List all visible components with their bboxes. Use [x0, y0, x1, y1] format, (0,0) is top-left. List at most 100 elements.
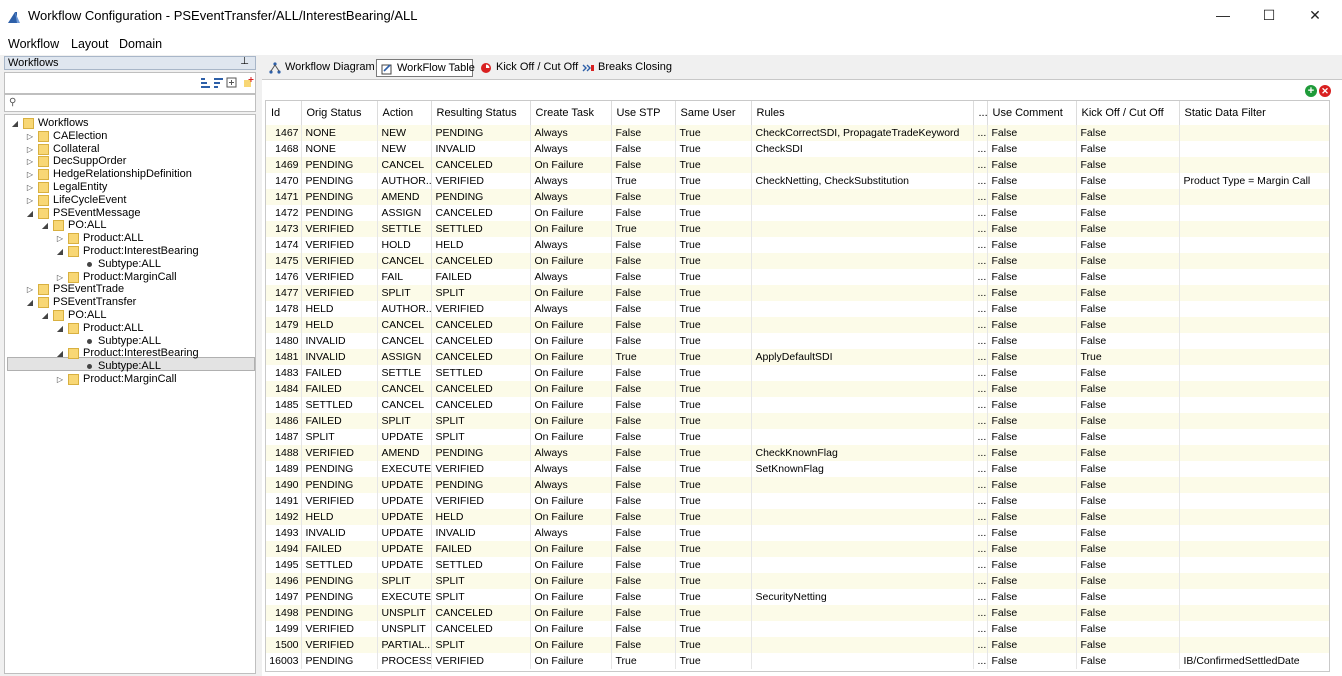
table-cell[interactable]: NONE: [301, 125, 378, 141]
table-cell[interactable]: VERIFIED: [301, 445, 378, 461]
table-row[interactable]: 1493 INVALID UPDATE INVALID Always False True.…: [266, 525, 1329, 541]
table-row[interactable]: 1498 PENDING UNSPLIT CANCELED On Failure Fals…: [266, 605, 1329, 621]
table-cell[interactable]: [1179, 301, 1329, 317]
table-cell[interactable]: False: [1076, 621, 1180, 637]
table-cell[interactable]: 1497: [266, 589, 302, 605]
table-cell[interactable]: False: [1076, 413, 1180, 429]
table-cell[interactable]: True: [675, 381, 752, 397]
table-cell[interactable]: On Failure: [530, 413, 612, 429]
table-cell[interactable]: On Failure: [530, 429, 612, 445]
table-cell[interactable]: False: [987, 157, 1077, 173]
table-cell[interactable]: 1492: [266, 509, 302, 525]
column-header[interactable]: Resulting Status: [431, 101, 531, 125]
table-cell[interactable]: False: [987, 365, 1077, 381]
table-row[interactable]: 1480 INVALID CANCEL CANCELED On Failure False…: [266, 333, 1329, 349]
table-cell[interactable]: True: [675, 525, 752, 541]
tree-folder[interactable]: ◢ PO:ALL: [40, 309, 240, 322]
table-cell[interactable]: SETTLE: [377, 221, 432, 237]
table-cell[interactable]: Always: [530, 445, 612, 461]
table-cell[interactable]: UNSPLIT: [377, 605, 432, 621]
table-cell[interactable]: False: [611, 317, 676, 333]
table-cell[interactable]: [751, 253, 974, 269]
table-cell[interactable]: [1179, 397, 1329, 413]
table-row[interactable]: 1486 FAILED SPLIT SPLIT On Failure False True.…: [266, 413, 1329, 429]
table-cell[interactable]: EXECUTE: [377, 461, 432, 477]
table-cell[interactable]: False: [987, 621, 1077, 637]
table-cell[interactable]: False: [987, 381, 1077, 397]
table-cell[interactable]: NEW: [377, 125, 432, 141]
table-cell[interactable]: SPLIT: [301, 429, 378, 445]
table-cell[interactable]: False: [987, 301, 1077, 317]
tree-leaf[interactable]: Subtype:ALL: [70, 258, 255, 271]
table-cell[interactable]: SPLIT: [377, 413, 432, 429]
table-cell[interactable]: ASSIGN: [377, 205, 432, 221]
table-cell[interactable]: CANCEL: [377, 157, 432, 173]
table-cell[interactable]: False: [611, 141, 676, 157]
table-cell[interactable]: On Failure: [530, 253, 612, 269]
table-cell[interactable]: FAILED: [431, 269, 531, 285]
table-cell[interactable]: ...: [973, 173, 988, 189]
table-cell[interactable]: False: [987, 253, 1077, 269]
table-cell[interactable]: [751, 285, 974, 301]
table-cell[interactable]: ...: [973, 189, 988, 205]
table-cell[interactable]: SPLIT: [431, 573, 531, 589]
table-cell[interactable]: 1479: [266, 317, 302, 333]
table-cell[interactable]: ...: [973, 365, 988, 381]
table-cell[interactable]: ...: [973, 637, 988, 653]
table-cell[interactable]: False: [611, 525, 676, 541]
expanded-arrow-icon[interactable]: ◢: [25, 207, 35, 220]
table-cell[interactable]: SPLIT: [377, 573, 432, 589]
table-row[interactable]: 1487 SPLIT UPDATE SPLIT On Failure False True.…: [266, 429, 1329, 445]
table-cell[interactable]: CANCELED: [431, 205, 531, 221]
table-cell[interactable]: 1485: [266, 397, 302, 413]
table-cell[interactable]: True: [675, 589, 752, 605]
table-cell[interactable]: PENDING: [301, 605, 378, 621]
table-cell[interactable]: 1473: [266, 221, 302, 237]
table-row[interactable]: 1488 VERIFIED AMEND PENDING Always False True C…: [266, 445, 1329, 461]
table-cell[interactable]: False: [1076, 253, 1180, 269]
table-cell[interactable]: CANCEL: [377, 381, 432, 397]
table-cell[interactable]: On Failure: [530, 573, 612, 589]
table-cell[interactable]: [1179, 333, 1329, 349]
expanded-arrow-icon[interactable]: ◢: [55, 245, 65, 258]
table-cell[interactable]: True: [675, 141, 752, 157]
table-cell[interactable]: False: [987, 525, 1077, 541]
table-cell[interactable]: On Failure: [530, 365, 612, 381]
menu-layout[interactable]: Layout: [71, 37, 109, 51]
table-cell[interactable]: ...: [973, 205, 988, 221]
table-cell[interactable]: [1179, 381, 1329, 397]
table-cell[interactable]: VERIFIED: [431, 461, 531, 477]
table-cell[interactable]: False: [611, 301, 676, 317]
table-cell[interactable]: 1478: [266, 301, 302, 317]
add-row-icon[interactable]: +: [1305, 85, 1317, 97]
table-cell[interactable]: INVALID: [431, 525, 531, 541]
table-cell[interactable]: PROCESS: [377, 653, 432, 669]
table-cell[interactable]: False: [987, 221, 1077, 237]
table-cell[interactable]: False: [987, 573, 1077, 589]
table-cell[interactable]: False: [1076, 317, 1180, 333]
table-cell[interactable]: 1475: [266, 253, 302, 269]
table-cell[interactable]: ...: [973, 349, 988, 365]
table-cell[interactable]: VERIFIED: [431, 493, 531, 509]
table-cell[interactable]: [751, 557, 974, 573]
table-cell[interactable]: False: [987, 477, 1077, 493]
table-cell[interactable]: FAILED: [301, 413, 378, 429]
table-row[interactable]: 1471 PENDING AMEND PENDING Always False True..…: [266, 189, 1329, 205]
table-cell[interactable]: On Failure: [530, 589, 612, 605]
table-row[interactable]: 1481 INVALID ASSIGN CANCELED On Failure True T…: [266, 349, 1329, 365]
table-cell[interactable]: False: [1076, 461, 1180, 477]
table-cell[interactable]: INVALID: [301, 333, 378, 349]
table-cell[interactable]: False: [611, 157, 676, 173]
table-cell[interactable]: ...: [973, 381, 988, 397]
tab-breaks-closing[interactable]: Breaks Closing: [578, 59, 672, 77]
tree-leaf[interactable]: Subtype:ALL: [70, 335, 255, 348]
table-row[interactable]: 1495 SETTLED UPDATE SETTLED On Failure False T…: [266, 557, 1329, 573]
table-cell[interactable]: NEW: [377, 141, 432, 157]
table-cell[interactable]: PENDING: [301, 461, 378, 477]
table-cell[interactable]: SPLIT: [431, 637, 531, 653]
table-cell[interactable]: Always: [530, 189, 612, 205]
table-cell[interactable]: False: [1076, 605, 1180, 621]
table-row[interactable]: 1474 VERIFIED HOLD HELD Always False True... Fa…: [266, 237, 1329, 253]
expand-all-icon[interactable]: [226, 77, 237, 88]
table-cell[interactable]: FAILED: [301, 365, 378, 381]
